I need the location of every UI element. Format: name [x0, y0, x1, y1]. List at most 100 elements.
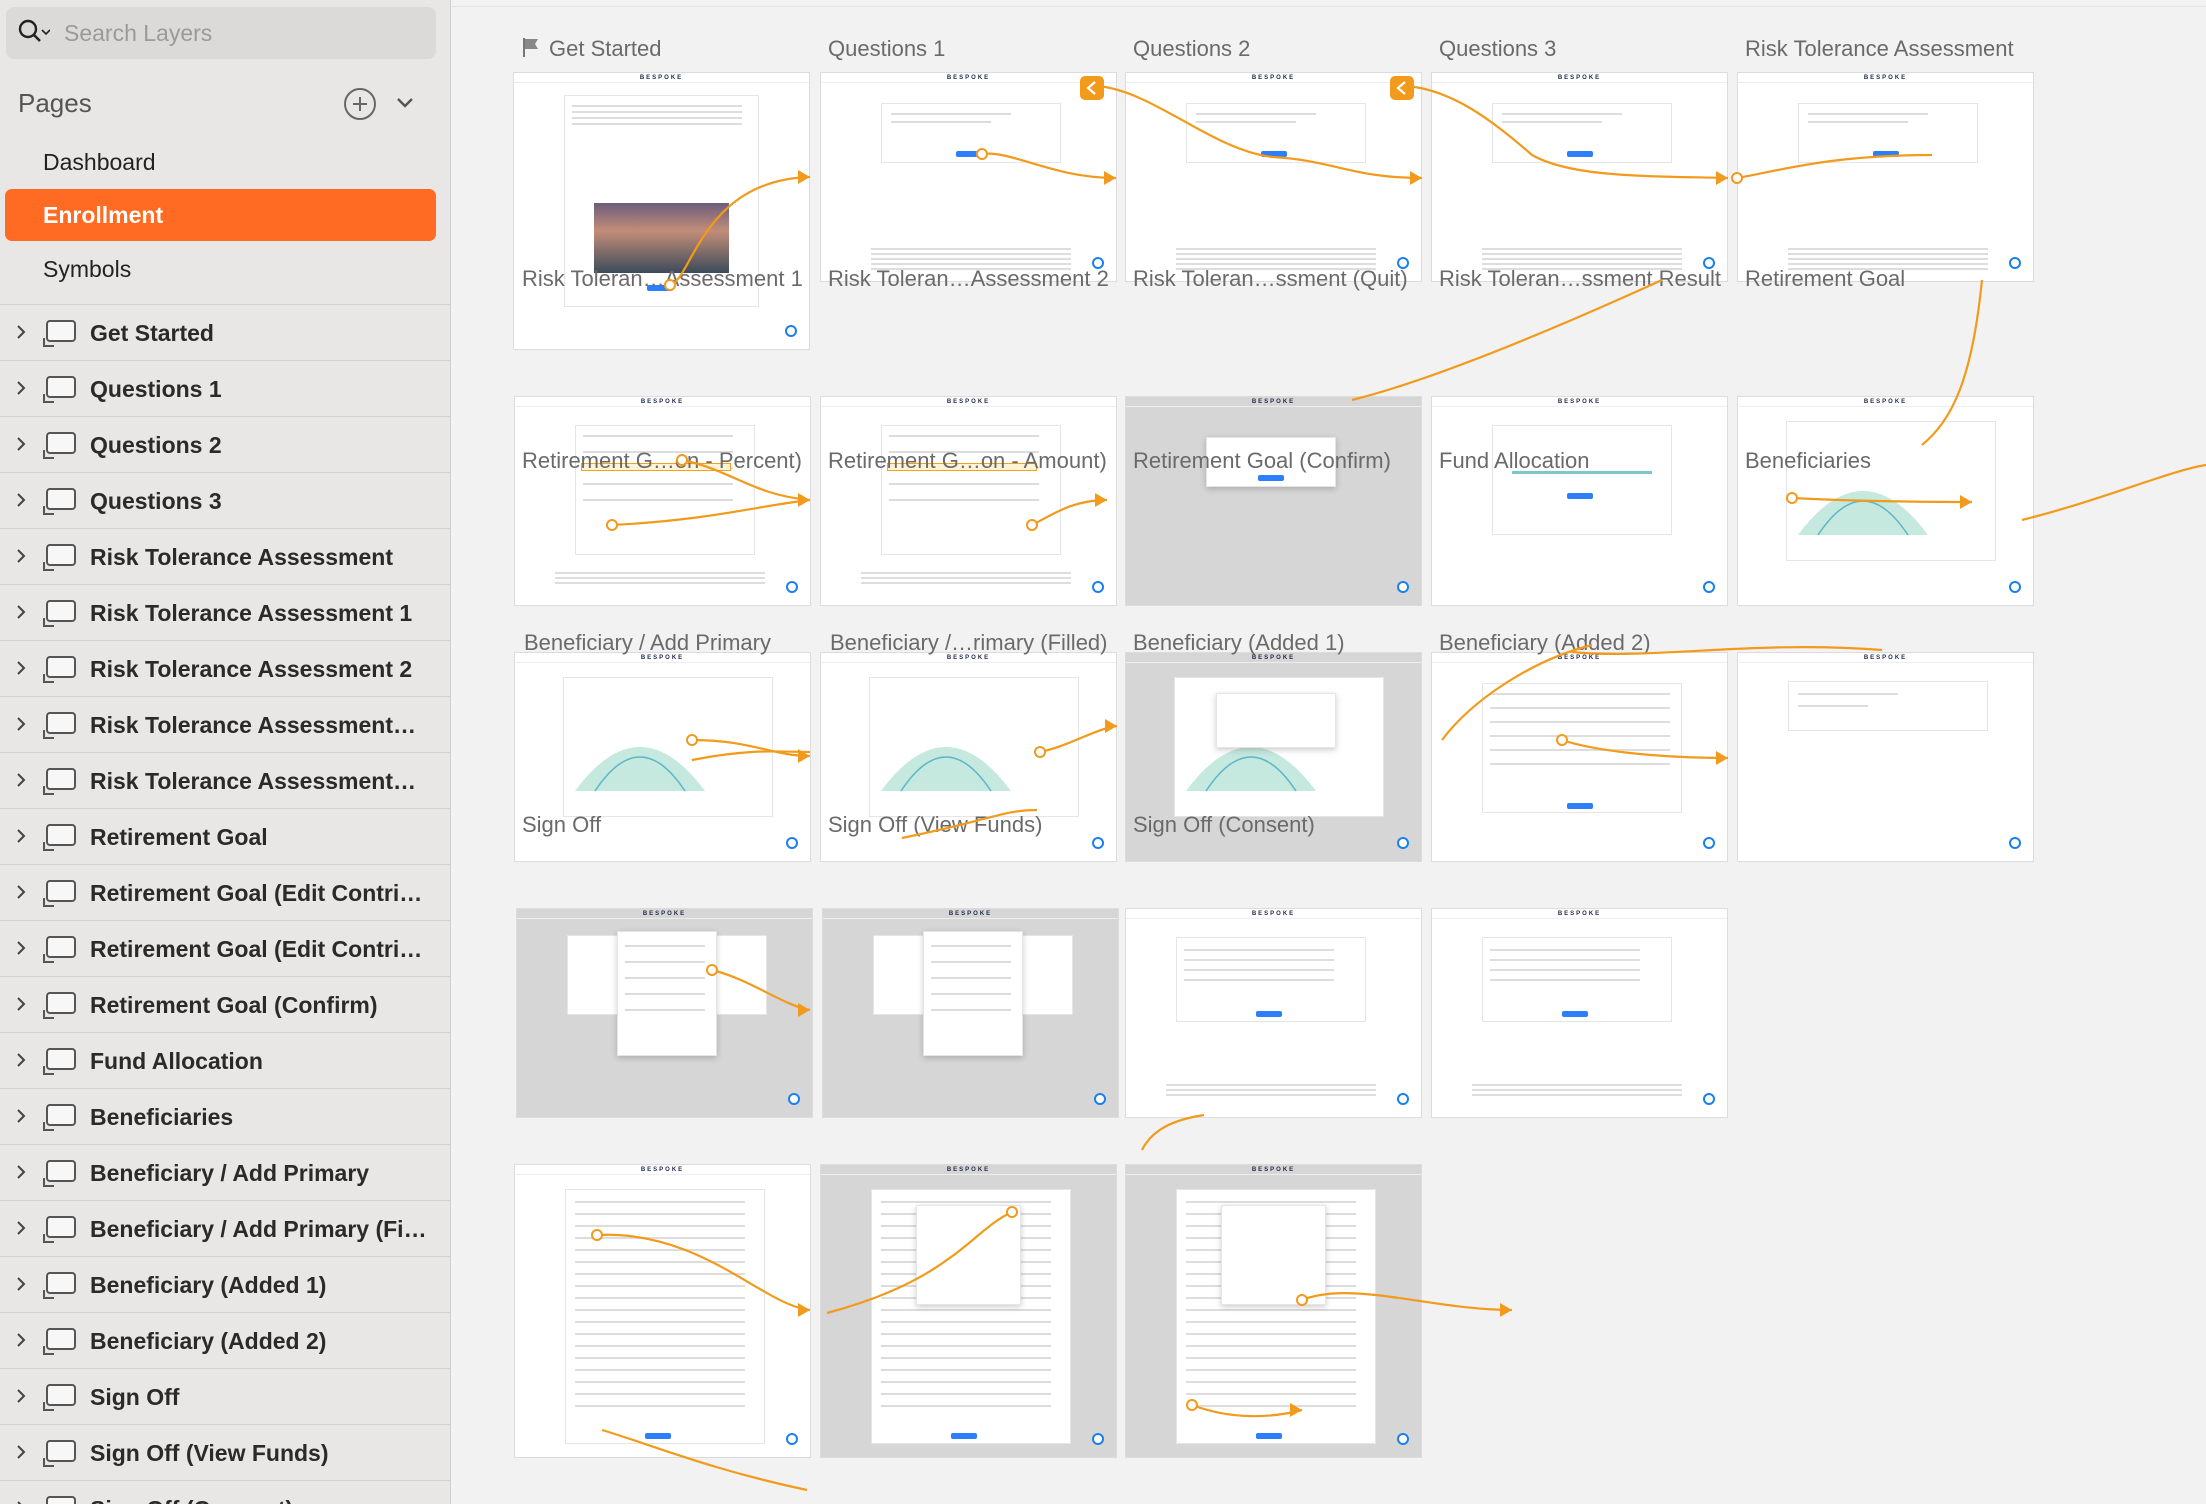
chevron-right-icon[interactable] — [14, 1053, 28, 1067]
chevron-right-icon[interactable] — [14, 717, 28, 731]
layer-row[interactable]: Risk Tolerance Assessment 1 — [0, 584, 450, 640]
chevron-right-icon[interactable] — [14, 1165, 28, 1179]
artboard-title[interactable]: Risk Toleran…ssment (Quit) — [1133, 266, 1408, 292]
selection-handle-icon[interactable] — [1397, 1093, 1409, 1105]
selection-handle-icon[interactable] — [1397, 581, 1409, 593]
layer-row[interactable]: Sign Off (Consent) — [0, 1480, 450, 1504]
next-button[interactable] — [1261, 151, 1287, 157]
layer-row[interactable]: Beneficiaries — [0, 1088, 450, 1144]
selection-handle-icon[interactable] — [786, 1433, 798, 1445]
design-canvas[interactable]: Get Started BESPOKE Questions 1 BESPOKE Ques… — [452, 0, 2206, 1504]
page-item-enrollment[interactable]: Enrollment — [5, 189, 436, 241]
chevron-right-icon[interactable] — [14, 1445, 28, 1459]
search-input[interactable] — [64, 19, 424, 47]
selection-handle-icon[interactable] — [2009, 581, 2021, 593]
layer-row[interactable]: Retirement Goal (Edit Contri… — [0, 920, 450, 976]
artboard-title[interactable]: Risk Toleran…Assessment 1 — [522, 266, 803, 292]
chevron-right-icon[interactable] — [14, 325, 28, 339]
artboard-thumbnail[interactable]: BESPOKE — [822, 908, 1119, 1118]
chevron-right-icon[interactable] — [14, 437, 28, 451]
add-page-icon[interactable] — [344, 88, 376, 120]
chevron-right-icon[interactable] — [14, 605, 28, 619]
search-icon[interactable] — [16, 16, 51, 50]
layer-row[interactable]: Risk Tolerance Assessment 2 — [0, 640, 450, 696]
artboard-title[interactable]: Questions 3 — [1439, 36, 1556, 62]
artboard-title[interactable]: Beneficiary / Add Primary — [524, 630, 771, 656]
layer-row[interactable]: Beneficiary (Added 1) — [0, 1256, 450, 1312]
chevron-right-icon[interactable] — [14, 1277, 28, 1291]
search-box[interactable] — [6, 7, 436, 59]
artboard-thumbnail[interactable]: BESPOKE — [1431, 908, 1728, 1118]
artboard-thumbnail[interactable]: BESPOKE — [514, 396, 811, 606]
chevron-down-icon[interactable] — [394, 92, 416, 114]
selection-handle-icon[interactable] — [2009, 837, 2021, 849]
artboard-title[interactable]: Questions 2 — [1133, 36, 1250, 62]
selection-handle-icon[interactable] — [1092, 1433, 1104, 1445]
selection-handle-icon[interactable] — [785, 325, 797, 337]
page-item-dashboard[interactable]: Dashboard — [5, 136, 436, 188]
artboard-title[interactable]: Retirement Goal (Confirm) — [1133, 448, 1391, 474]
layer-row[interactable]: Beneficiary / Add Primary — [0, 1144, 450, 1200]
artboard-thumbnail[interactable]: BESPOKE — [1431, 396, 1728, 606]
selection-handle-icon[interactable] — [1397, 837, 1409, 849]
selection-handle-icon[interactable] — [786, 581, 798, 593]
next-button[interactable] — [1567, 151, 1593, 157]
continue-button[interactable] — [1567, 803, 1593, 809]
add-beneficiary-button[interactable] — [1256, 1011, 1282, 1017]
layer-row[interactable]: Risk Tolerance Assessment… — [0, 696, 450, 752]
artboard-thumbnail[interactable]: BESPOKE — [1125, 396, 1422, 606]
chevron-right-icon[interactable] — [14, 997, 28, 1011]
chevron-right-icon[interactable] — [14, 829, 28, 843]
artboard-thumbnail[interactable]: BESPOKE — [516, 908, 813, 1118]
selection-handle-icon[interactable] — [786, 837, 798, 849]
layer-row[interactable]: Get Started — [0, 304, 450, 360]
selection-handle-icon[interactable] — [1703, 581, 1715, 593]
artboard-title[interactable]: Beneficiary /…rimary (Filled) — [830, 630, 1108, 656]
layer-row[interactable]: Questions 1 — [0, 360, 450, 416]
layer-row[interactable]: Sign Off — [0, 1368, 450, 1424]
layer-row[interactable]: Fund Allocation — [0, 1032, 450, 1088]
chevron-right-icon[interactable] — [14, 1221, 28, 1235]
chevron-right-icon[interactable] — [14, 885, 28, 899]
add-beneficiary-button[interactable] — [1562, 1011, 1588, 1017]
chevron-right-icon[interactable] — [14, 1109, 28, 1123]
artboard-thumbnail[interactable]: BESPOKE — [1737, 396, 2034, 606]
chevron-right-icon[interactable] — [14, 941, 28, 955]
layer-row[interactable]: Retirement Goal — [0, 808, 450, 864]
chevron-right-icon[interactable] — [14, 1333, 28, 1347]
artboard-title[interactable]: Retirement Goal — [1745, 266, 1905, 292]
artboard-title[interactable]: Risk Toleran…ssment Result — [1439, 266, 1721, 292]
artboard-title[interactable]: Get Started — [521, 36, 662, 62]
layer-row[interactable]: Retirement Goal (Edit Contri… — [0, 864, 450, 920]
artboard-title[interactable]: Retirement G…on - Percent) — [522, 448, 802, 474]
next-button[interactable] — [956, 151, 982, 157]
chevron-right-icon[interactable] — [14, 549, 28, 563]
artboard-title[interactable]: Risk Toleran…Assessment 2 — [828, 266, 1109, 292]
layer-row[interactable]: Sign Off (View Funds) — [0, 1424, 450, 1480]
artboard-thumbnail[interactable]: BESPOKE — [513, 72, 810, 350]
chevron-right-icon[interactable] — [14, 1389, 28, 1403]
selection-handle-icon[interactable] — [2009, 257, 2021, 269]
selection-handle-icon[interactable] — [1397, 1433, 1409, 1445]
layer-row[interactable]: Risk Tolerance Assessment… — [0, 752, 450, 808]
artboard-thumbnail[interactable]: BESPOKE — [1125, 908, 1422, 1118]
layer-row[interactable]: Beneficiary / Add Primary (Fi… — [0, 1200, 450, 1256]
selection-handle-icon[interactable] — [1092, 837, 1104, 849]
submit-button[interactable] — [951, 1433, 977, 1439]
artboard-title[interactable]: Questions 1 — [828, 36, 945, 62]
artboard-thumbnail[interactable]: BESPOKE — [1125, 72, 1422, 282]
layer-row[interactable]: Risk Tolerance Assessment — [0, 528, 450, 584]
artboard-title[interactable]: Fund Allocation — [1439, 448, 1589, 474]
artboard-title[interactable]: Risk Tolerance Assessment — [1745, 36, 2014, 62]
selection-handle-icon[interactable] — [1092, 581, 1104, 593]
submit-button[interactable] — [1256, 1433, 1282, 1439]
chevron-right-icon[interactable] — [14, 493, 28, 507]
artboard-title[interactable]: Beneficiaries — [1745, 448, 1871, 474]
artboard-thumbnail[interactable]: BESPOKE — [1431, 72, 1728, 282]
submit-button[interactable] — [645, 1433, 671, 1439]
chevron-right-icon[interactable] — [14, 381, 28, 395]
layer-row[interactable]: Questions 3 — [0, 472, 450, 528]
artboard-title[interactable]: Beneficiary (Added 2) — [1439, 630, 1651, 656]
artboard-title[interactable]: Beneficiary (Added 1) — [1133, 630, 1345, 656]
artboard-thumbnail[interactable]: BESPOKE — [820, 396, 1117, 606]
